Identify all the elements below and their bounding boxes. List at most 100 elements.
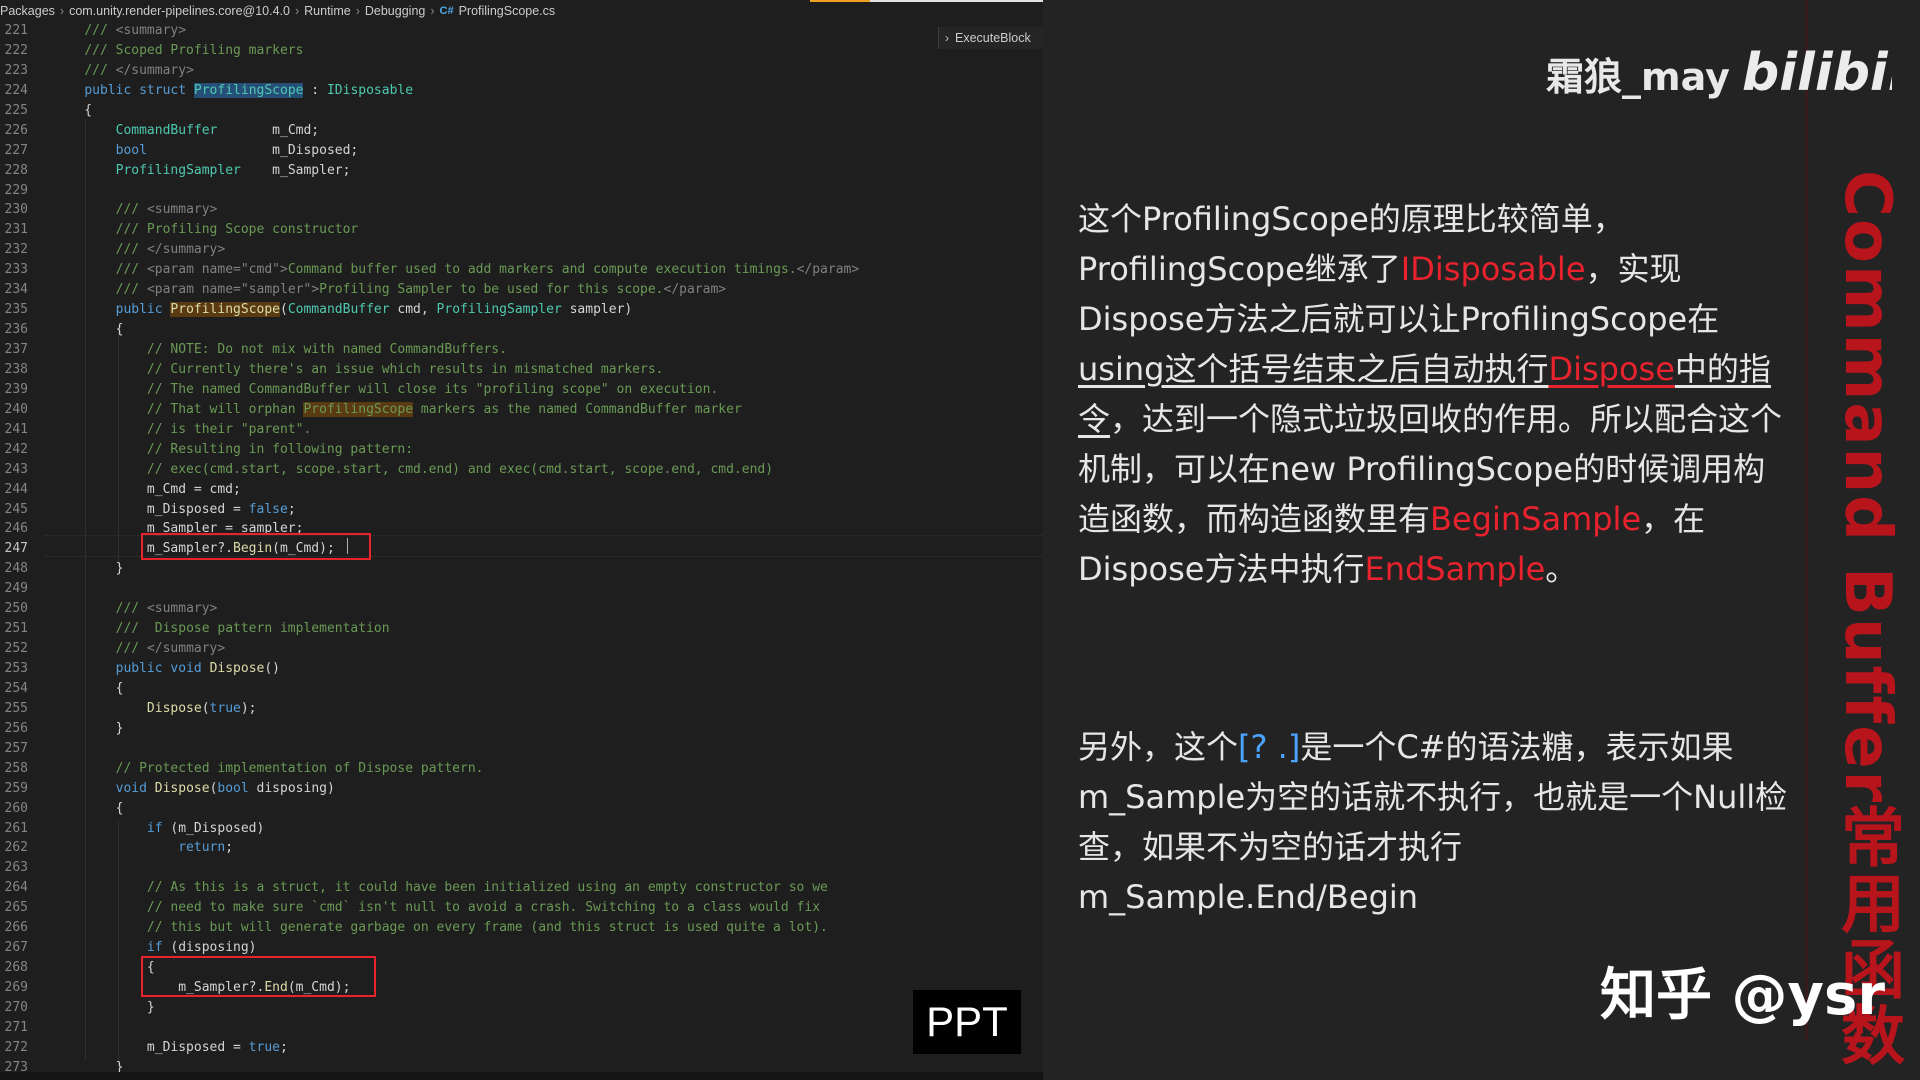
line-number: 268 <box>4 960 28 976</box>
line-number: 223 <box>4 62 28 78</box>
line-number: 227 <box>4 142 28 158</box>
code-line[interactable]: 233 /// <param name="cmd">Command buffer… <box>0 260 1043 280</box>
code-line[interactable]: 250 /// <summary> <box>0 599 1043 619</box>
breadcrumb-item-package[interactable]: com.unity.render-pipelines.core@10.4.0 <box>69 4 290 18</box>
code-text: /// <param name="cmd">Command buffer use… <box>115 262 860 278</box>
code-line[interactable]: 232 /// </summary> <box>0 240 1043 260</box>
code-text: { <box>53 960 155 976</box>
text-run: 另外，这个 <box>1078 728 1239 766</box>
code-line[interactable]: 222 /// Scoped Profiling markers <box>0 41 1043 61</box>
code-line[interactable]: 243 // exec(cmd.start, scope.start, cmd.… <box>0 460 1043 480</box>
code-line[interactable]: 242 // Resulting in following pattern: <box>0 440 1043 460</box>
code-line[interactable]: 252 /// </summary> <box>0 639 1043 659</box>
code-text: public void Dispose() <box>115 661 281 676</box>
code-line[interactable]: 236 { <box>0 320 1043 340</box>
code-line[interactable]: 224 public struct ProfilingScope : IDisp… <box>0 81 1043 101</box>
code-line[interactable]: 263 <box>0 858 1043 878</box>
code-line[interactable]: 245 m_Disposed = false; <box>0 500 1043 520</box>
line-number: 229 <box>4 182 28 198</box>
code-line[interactable]: 251 /// Dispose pattern implementation <box>0 619 1043 639</box>
code-text: /// Scoped Profiling markers <box>84 42 304 58</box>
code-line[interactable]: 253 public void Dispose() <box>0 659 1043 679</box>
code-text: m_Disposed = false; <box>53 501 296 517</box>
csharp-file-icon: C# <box>439 5 454 17</box>
line-number: 231 <box>4 222 28 238</box>
code-editor[interactable]: Packages › com.unity.render-pipelines.co… <box>0 0 1043 1080</box>
line-number: 258 <box>4 760 28 776</box>
underlined-text: using这个括号结束之后自动执行 <box>1078 350 1549 388</box>
code-text: /// Profiling Scope constructor <box>115 222 359 238</box>
line-number: 226 <box>4 122 28 138</box>
code-line[interactable]: 240 // That will orphan ProfilingScope m… <box>0 400 1043 420</box>
code-line[interactable]: 228 ProfilingSampler m_Sampler; <box>0 161 1043 181</box>
code-line[interactable]: 234 /// <param name="sampler">Profiling … <box>0 280 1043 300</box>
code-line[interactable]: 271 <box>0 1018 1043 1038</box>
code-line[interactable]: 239 // The named CommandBuffer will clos… <box>0 380 1043 400</box>
code-line[interactable]: 272 m_Disposed = true; <box>0 1038 1043 1058</box>
code-line[interactable]: 270 } <box>0 998 1043 1018</box>
breadcrumb-item-debugging[interactable]: Debugging <box>365 4 425 18</box>
code-line[interactable]: 262 return; <box>0 838 1043 858</box>
breadcrumb-item-packages[interactable]: Packages <box>0 4 55 18</box>
line-number: 251 <box>4 621 28 637</box>
bilibili-logo-text: bilibili <box>1742 43 1892 103</box>
line-number: 250 <box>4 601 28 617</box>
code-line[interactable]: 255 Dispose(true); <box>0 699 1043 719</box>
code-line[interactable]: 249 <box>0 579 1043 599</box>
code-text: return; <box>178 840 234 856</box>
line-number: 235 <box>4 302 28 318</box>
highlight-beginsample: BeginSample <box>1430 500 1642 538</box>
code-line[interactable]: 260 { <box>0 799 1043 819</box>
line-number: 269 <box>4 980 28 995</box>
code-line[interactable]: 258 // Protected implementation of Dispo… <box>0 759 1043 779</box>
code-text: } <box>53 720 124 736</box>
code-text: } <box>53 561 124 577</box>
code-line[interactable]: 223 /// </summary> <box>0 61 1043 81</box>
breadcrumb-item-file[interactable]: ProfilingScope.cs <box>459 4 556 18</box>
code-text: // That will orphan ProfilingScope marke… <box>146 401 742 417</box>
line-number: 246 <box>4 521 28 537</box>
highlight-null-conditional: [? .] <box>1238 728 1301 766</box>
line-number: 233 <box>4 262 28 278</box>
line-number: 240 <box>4 401 28 417</box>
code-line[interactable]: 235 public ProfilingScope(CommandBuffer … <box>0 300 1043 320</box>
text-run: 。 <box>1545 550 1578 588</box>
code-line[interactable]: 265 // need to make sure `cmd` isn't nul… <box>0 898 1043 918</box>
code-line[interactable]: 257 <box>0 739 1043 759</box>
slide-divider-stripe <box>1805 0 1808 1040</box>
code-line[interactable]: 237 // NOTE: Do not mix with named Comma… <box>0 340 1043 360</box>
code-line[interactable]: 266 // this but will generate garbage on… <box>0 918 1043 938</box>
code-line[interactable]: 261 if (m_Disposed) <box>0 819 1043 839</box>
code-line[interactable]: 254 { <box>0 679 1043 699</box>
code-text: // As this is a struct, it could have be… <box>146 880 828 896</box>
code-line[interactable]: 226 CommandBuffer m_Cmd; <box>0 121 1043 141</box>
code-line[interactable]: 248 } <box>0 559 1043 579</box>
code-line[interactable]: 231 /// Profiling Scope constructor <box>0 220 1043 240</box>
line-number: 230 <box>4 202 28 218</box>
code-line[interactable]: 227 bool m_Disposed; <box>0 141 1043 161</box>
code-text: { <box>53 800 124 816</box>
code-line[interactable]: 238 // Currently there's an issue which … <box>0 360 1043 380</box>
code-line[interactable]: 244 m_Cmd = cmd; <box>0 480 1043 500</box>
line-number: 264 <box>4 880 28 896</box>
code-text: // Resulting in following pattern: <box>146 441 414 457</box>
code-line[interactable]: 241 // is their "parent". <box>0 420 1043 440</box>
code-line[interactable]: 259 void Dispose(bool disposing) <box>0 779 1043 799</box>
code-line[interactable]: 264 // As this is a struct, it could hav… <box>0 878 1043 898</box>
ppt-badge: PPT <box>913 990 1021 1054</box>
code-line[interactable]: 225 { <box>0 101 1043 121</box>
chevron-right-icon: › <box>59 4 65 18</box>
code-text: // The named CommandBuffer will close it… <box>146 381 719 397</box>
code-line[interactable]: 256 } <box>0 719 1043 739</box>
line-number: 261 <box>4 820 28 836</box>
line-number: 260 <box>4 800 28 816</box>
code-text: // NOTE: Do not mix with named CommandBu… <box>146 342 507 357</box>
line-number: 224 <box>4 82 28 98</box>
code-line[interactable]: 230 /// <summary> <box>0 200 1043 220</box>
code-line[interactable]: 229 <box>0 181 1043 201</box>
breadcrumb-item-runtime[interactable]: Runtime <box>304 4 351 18</box>
code-text: { <box>53 102 93 118</box>
code-text: void Dispose(bool disposing) <box>115 780 335 796</box>
code-line[interactable]: 221 /// <summary> <box>0 21 1043 41</box>
zhihu-watermark: 知乎 @ysr <box>1600 963 1885 1028</box>
